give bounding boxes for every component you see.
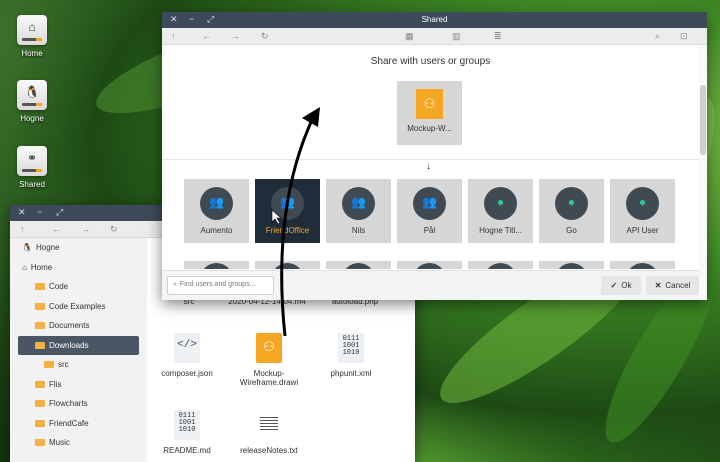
share-heading: Share with users or groups	[370, 56, 491, 67]
check-icon: ✓	[610, 281, 618, 290]
share-dialog: ✕ − ⤢ Shared ↑ ← → ↻ ▦ ▥ ≣ ⌕ ⊡ Share wit…	[162, 12, 707, 300]
folder-icon	[35, 322, 45, 329]
home-icon: ⌂	[22, 262, 27, 272]
search-icon: ⌕	[173, 281, 177, 288]
desktop-icon-label: Hogne	[20, 114, 44, 123]
file-mockup-wireframe[interactable]: ⚇ Mockup-Wireframe.drawi	[229, 333, 309, 387]
user-icon: ●	[555, 187, 588, 220]
linux-penguin-icon: 🐧	[17, 80, 47, 110]
file-manager-sidebar: 🐧 Hogne ⌂ Home Code Code Examples Document…	[10, 238, 147, 462]
binary-file-icon: 0111 1001 1010	[338, 333, 364, 363]
sidebar-item-code-examples[interactable]: Code Examples	[10, 297, 147, 317]
share-target-friendoffice[interactable]: 👥 FriendOffice	[255, 179, 320, 243]
share-target-row2[interactable]	[539, 261, 604, 269]
folder-icon	[35, 380, 45, 388]
desktop-icon-label: Shared	[19, 180, 45, 189]
folder-icon	[35, 400, 45, 407]
user-icon: ●	[626, 187, 659, 220]
share-target-row2[interactable]	[468, 261, 533, 269]
forward-arrow-icon[interactable]: →	[231, 31, 240, 41]
desktop-icon-shared[interactable]: ⚭ Shared	[14, 146, 50, 189]
sidebar-item-code[interactable]: Code	[10, 277, 147, 297]
refresh-icon[interactable]: ↻	[110, 224, 118, 235]
file-readme-md[interactable]: 0111 1001 1010 README.md	[147, 410, 227, 455]
forward-arrow-icon[interactable]: →	[81, 224, 90, 234]
share-target-row2[interactable]	[184, 261, 249, 269]
share-target-row2[interactable]	[255, 261, 320, 269]
desktop-icon-hogne[interactable]: 🐧 Hogne	[14, 80, 50, 123]
file-phpunit-xml[interactable]: 0111 1001 1010 phpunit.xml	[311, 333, 391, 378]
folder-icon	[35, 302, 45, 310]
diagram-file-icon: ⚇	[416, 89, 443, 119]
sidebar-item-flowcharts[interactable]: Flowcharts	[10, 394, 147, 414]
folder-icon	[35, 439, 45, 446]
arrow-down-icon: ↓	[426, 161, 431, 172]
home-icon: ⌂	[17, 15, 47, 45]
sidebar-item-friendcafe[interactable]: FriendCafe	[10, 414, 147, 434]
sidebar-item-downloads[interactable]: Downloads	[18, 335, 139, 355]
sidebar-item-documents[interactable]: Documents	[10, 316, 147, 336]
user-icon: 🐧	[22, 243, 32, 252]
desktop-icon-label: Home	[21, 49, 43, 58]
text-file-icon	[256, 410, 282, 440]
binary-file-icon: 0111 1001 1010	[174, 410, 200, 440]
share-target-go[interactable]: ● Go	[539, 179, 604, 243]
share-target-api-user[interactable]: ● API User	[610, 179, 675, 243]
share-target-pal[interactable]: 👥 Pål	[397, 179, 462, 243]
share-dialog-toolbar: ↑ ← → ↻ ▦ ▥ ≣ ⌕ ⊡	[162, 28, 707, 45]
folder-icon	[35, 283, 45, 290]
share-target-hogne[interactable]: ● Hogne Titl...	[468, 179, 533, 243]
group-icon: 👥	[342, 187, 375, 220]
up-arrow-icon[interactable]: ↑	[20, 224, 25, 234]
refresh-icon[interactable]: ↻	[261, 31, 269, 42]
share-dialog-body: Share with users or groups ⚇ Mockup-W...…	[162, 45, 699, 300]
scrollbar[interactable]	[699, 45, 707, 300]
close-icon[interactable]: ✕	[18, 207, 26, 218]
up-arrow-icon[interactable]: ↑	[171, 31, 176, 41]
compact-view-icon[interactable]: ▥	[452, 31, 461, 42]
ok-button[interactable]: ✓ Ok	[601, 276, 641, 295]
cancel-button[interactable]: ✕ Cancel	[646, 276, 699, 295]
list-view-icon[interactable]: ≣	[494, 31, 502, 42]
sidebar-item-home[interactable]: ⌂ Home	[10, 258, 147, 278]
file-release-notes[interactable]: releaseNotes.txt	[229, 410, 309, 455]
group-icon: 👥	[271, 187, 304, 220]
group-icon: 👥	[413, 187, 446, 220]
back-arrow-icon[interactable]: ←	[202, 31, 211, 41]
sidebar-item-hogne[interactable]: 🐧 Hogne	[10, 238, 147, 258]
folder-icon	[35, 419, 45, 427]
window-title: Shared	[421, 15, 448, 24]
sidebar-item-music[interactable]: Music	[10, 433, 147, 453]
desktop-icon-home[interactable]: ⌂ Home	[14, 15, 50, 58]
share-target-aumento[interactable]: 👥 Aumento	[184, 179, 249, 243]
share-target-row2[interactable]	[610, 261, 675, 269]
diagram-file-icon: ⚇	[256, 333, 282, 363]
close-icon: ✕	[654, 281, 662, 290]
group-icon: 👥	[200, 187, 233, 220]
share-target-row2[interactable]	[397, 261, 462, 269]
share-icon: ⚭	[17, 146, 47, 176]
grid-view-icon[interactable]: ▦	[405, 31, 414, 42]
share-target-nils[interactable]: 👥 Nils	[326, 179, 391, 243]
share-dialog-titlebar: ✕ − ⤢ Shared	[162, 12, 707, 28]
maximize-icon[interactable]: ⤢	[56, 207, 63, 218]
share-dialog-footer: ⌕ Find users and groups... ✓ Ok ✕ Cancel	[162, 270, 699, 300]
back-arrow-icon[interactable]: ←	[52, 224, 61, 234]
code-file-icon: </>	[174, 333, 200, 363]
folder-icon	[35, 341, 45, 349]
file-composer-json[interactable]: </> composer.json	[147, 333, 227, 378]
folder-icon	[44, 361, 54, 368]
search-input[interactable]: ⌕ Find users and groups...	[167, 276, 274, 295]
sidebar-item-src[interactable]: src	[10, 355, 147, 375]
shared-file-tile: ⚇ Mockup-W...	[397, 81, 462, 145]
minimize-icon[interactable]: −	[37, 207, 42, 217]
divider	[162, 159, 699, 160]
sidebar-item-flis[interactable]: Flis	[10, 375, 147, 395]
search-icon[interactable]: ⌕	[655, 31, 660, 42]
folder-settings-icon[interactable]: ⊡	[680, 31, 688, 42]
scrollbar-thumb[interactable]	[700, 85, 706, 155]
user-icon: ●	[484, 187, 517, 220]
share-target-row2[interactable]	[326, 261, 391, 269]
